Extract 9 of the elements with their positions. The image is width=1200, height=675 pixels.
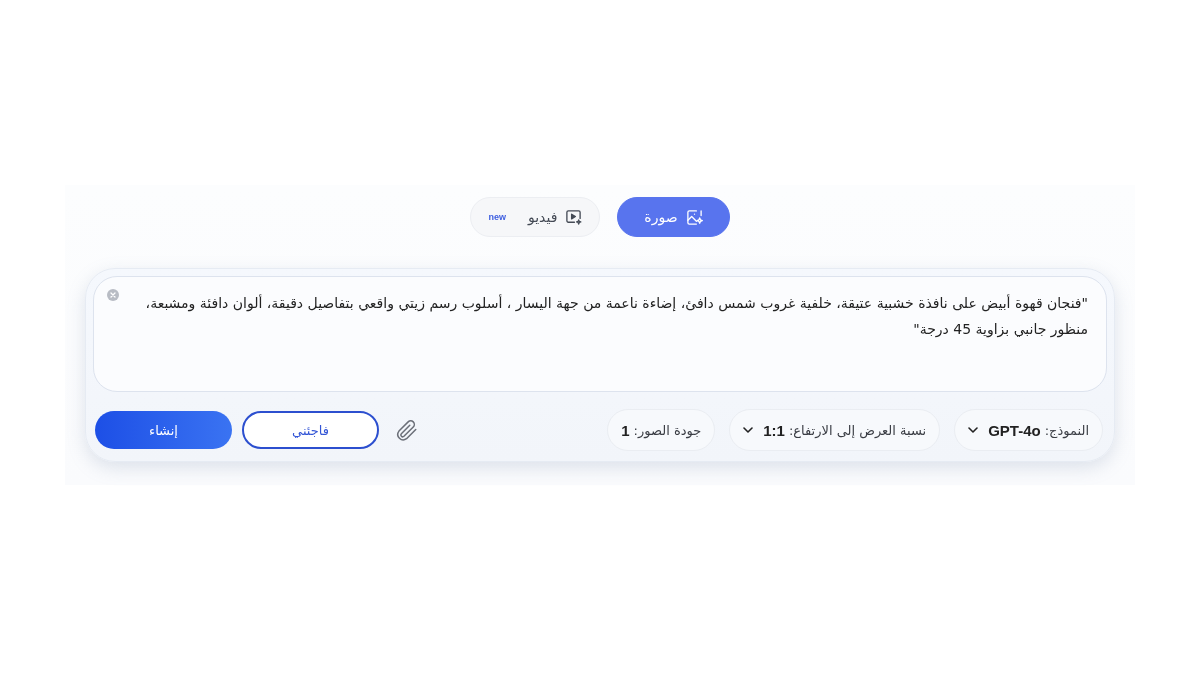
generate-button[interactable]: إنشاء [95,411,232,449]
chevron-down-icon [743,427,754,433]
new-label: new [488,212,506,222]
chevron-down-icon [968,427,979,433]
video-sparkle-icon [565,208,583,226]
surprise-button[interactable]: فاجئني [242,411,379,449]
prompt-field[interactable]: "فنجان قهوة أبيض على نافذة خشبية عتيقة، خلفية غروب شمس دافئ، إضاءة ناعمة من جهة اليسار ، أسلوب رسم زيتي واقعي بتفاصيل دقيقة، ألوان دافئة ومشبعة، منظور جانبي بزاوية 45 درجة" [93,276,1107,392]
mode-tab[interactable]: صورة [617,197,730,237]
image-sparkle-icon [685,208,703,226]
